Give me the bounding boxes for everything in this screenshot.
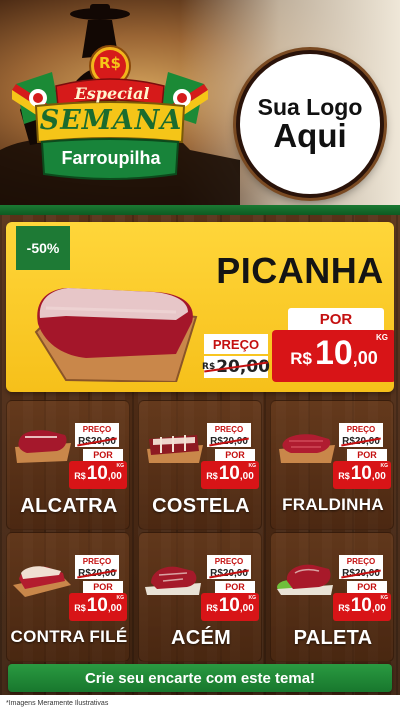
por-label: POR — [83, 449, 123, 461]
product-card[interactable]: PREÇO R$20,00 POR R$ 10 ,00 KG CONTRA FI… — [6, 532, 130, 662]
costela-meat-image — [147, 435, 203, 463]
product-name: ACÉM — [170, 627, 232, 649]
price-cents: ,00 — [239, 603, 254, 614]
product-card[interactable]: PREÇO R$20,00 POR R$ 10 ,00 KG PALETA — [270, 532, 394, 662]
fraldinha-meat-image — [279, 434, 335, 463]
product-card[interactable]: PREÇO R$20,00 POR R$ 10 ,00 KG COSTELA — [138, 400, 262, 530]
por-label: POR — [83, 581, 123, 593]
product-name: ALCATRA — [20, 495, 118, 517]
price-cents: ,00 — [107, 603, 122, 614]
create-flyer-button[interactable]: Crie seu encarte com este tema! — [8, 664, 392, 692]
new-price: R$ 10 ,00 KG — [201, 593, 259, 621]
preco-label: PREÇO — [207, 423, 251, 435]
contra-file-meat-image — [13, 566, 71, 597]
por-label: POR — [347, 449, 387, 461]
currency: R$ — [206, 471, 218, 481]
alcatra-meat-image — [15, 430, 71, 463]
old-price: R$20,00 — [207, 435, 251, 447]
new-price: R$ 10 ,00 KG — [201, 461, 259, 489]
price-cents: ,00 — [371, 603, 386, 614]
disclaimer-text: *Imagens Meramente Ilustrativas — [6, 699, 109, 707]
product-name: FRALDINHA — [282, 495, 384, 514]
product-name: CONTRA FILÉ — [10, 627, 128, 646]
paleta-meat-image — [277, 564, 333, 595]
disclaimer-bar: *Imagens Meramente Ilustrativas — [0, 695, 400, 711]
price-int: 10 — [350, 595, 372, 616]
unit: KG — [116, 463, 125, 469]
product-name: PALETA — [293, 627, 373, 649]
hero-por-label: POR — [288, 308, 384, 330]
price-int: 10 — [86, 463, 108, 484]
por-label: POR — [215, 449, 255, 461]
hero-old-price: R$ 20,00 — [202, 356, 270, 378]
preco-label: PREÇO — [75, 555, 119, 567]
unit: KG — [116, 595, 125, 601]
hero-preco-label: PREÇO — [204, 334, 268, 354]
product-card[interactable]: PREÇO R$20,00 POR R$ 10 ,00 KG ALCATRA — [6, 400, 130, 530]
product-card[interactable]: PREÇO R$20,00 POR R$ 10 ,00 KG ACÉM — [138, 532, 262, 662]
new-price: R$ 10 ,00 KG — [333, 593, 391, 621]
unit: KG — [380, 595, 389, 601]
new-price: R$ 10 ,00 KG — [69, 593, 127, 621]
currency: R$ — [338, 471, 350, 481]
badge-farroupilha-text: Farroupilha — [61, 148, 161, 168]
price-cents: ,00 — [107, 471, 122, 482]
currency: R$ — [338, 603, 350, 613]
price-cents: ,00 — [371, 471, 386, 482]
new-price: R$ 10 ,00 KG — [69, 461, 127, 489]
hero-product-name: PICANHA — [216, 250, 384, 291]
unit: KG — [248, 595, 257, 601]
preco-label: PREÇO — [339, 423, 383, 435]
preco-label: PREÇO — [339, 555, 383, 567]
currency: R$ — [206, 603, 218, 613]
price-cents: ,00 — [239, 471, 254, 482]
por-label: POR — [215, 581, 255, 593]
picanha-meat-image — [34, 288, 198, 382]
por-label: POR — [347, 581, 387, 593]
price-int: 10 — [218, 463, 240, 484]
header-banner: R$ Especial SEMANA Farroupilha Sua Logo … — [0, 0, 400, 205]
badge-semana-text: SEMANA — [39, 105, 183, 136]
badge-especial-text: Especial — [74, 84, 150, 103]
hero-new-price: R$ 10 ,00 KG — [272, 330, 394, 382]
logo-line-1: Sua Logo — [257, 93, 363, 120]
price-int: 10 — [218, 595, 240, 616]
hero-offer-card[interactable]: -50% PICANHA PREÇO R$ 20,00 POR R$ 10 ,0… — [6, 222, 394, 392]
badge-currency-text: R$ — [99, 54, 121, 72]
hero-old-price-box: PREÇO R$ 20,00 — [202, 334, 270, 382]
logo-line-2: Aqui — [273, 116, 347, 154]
price-int: 10 — [86, 595, 108, 616]
preco-label: PREÇO — [207, 555, 251, 567]
new-price: R$ 10 ,00 KG — [333, 461, 391, 489]
currency: R$ — [74, 603, 86, 613]
green-divider — [0, 205, 400, 215]
currency: R$ — [74, 471, 86, 481]
product-card[interactable]: PREÇO R$20,00 POR R$ 10 ,00 KG FRALDINHA — [270, 400, 394, 530]
old-price: R$20,00 — [339, 567, 383, 579]
old-price: R$20,00 — [207, 567, 251, 579]
hero-unit: KG — [376, 333, 388, 342]
hero-price-int: 10 — [314, 334, 353, 372]
unit: KG — [380, 463, 389, 469]
price-int: 10 — [350, 463, 372, 484]
old-price: R$20,00 — [339, 435, 383, 447]
hero-currency: R$ — [290, 349, 312, 368]
acem-meat-image — [145, 566, 201, 595]
logo-placeholder[interactable]: Sua Logo Aqui — [236, 50, 384, 198]
old-price: R$20,00 — [75, 567, 119, 579]
preco-label: PREÇO — [75, 423, 119, 435]
unit: KG — [248, 463, 257, 469]
product-name: COSTELA — [152, 495, 250, 517]
old-price: R$20,00 — [75, 435, 119, 447]
hero-price-cents: ,00 — [352, 348, 378, 368]
